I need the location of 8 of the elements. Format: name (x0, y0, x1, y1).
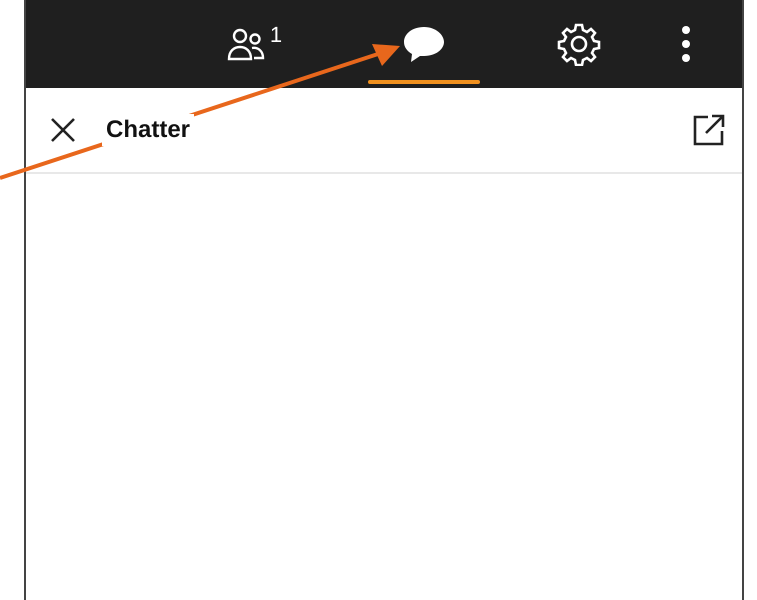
close-button[interactable] (50, 117, 76, 143)
people-icon (226, 26, 266, 62)
chat-icon (402, 25, 446, 63)
more-icon (681, 25, 691, 63)
people-tab[interactable]: 1 (194, 0, 314, 88)
pop-out-button[interactable] (692, 113, 726, 147)
settings-icon (557, 22, 601, 66)
panel-title: Chatter (102, 114, 194, 146)
